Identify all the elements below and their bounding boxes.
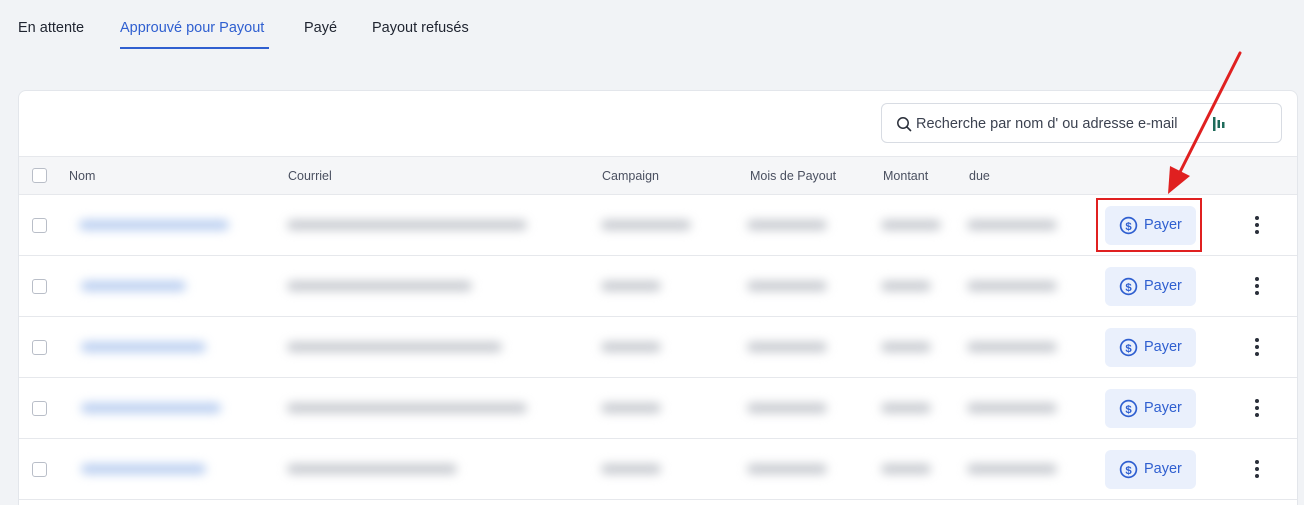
redacted-campaign bbox=[601, 220, 691, 230]
search-icon bbox=[897, 117, 912, 132]
redacted-month bbox=[747, 281, 827, 291]
redacted-email bbox=[287, 220, 527, 230]
redacted-campaign bbox=[601, 342, 661, 352]
redacted-name bbox=[81, 464, 206, 474]
dollar-coin-icon: $ bbox=[1119, 338, 1138, 357]
dollar-coin-icon: $ bbox=[1119, 460, 1138, 479]
tab-payout-refuses[interactable]: Payout refusés bbox=[372, 20, 469, 36]
more-options-icon[interactable] bbox=[1249, 276, 1265, 296]
dollar-coin-icon: $ bbox=[1119, 399, 1138, 418]
payout-table-card: Nom Courriel Campaign Mois de Payout Mon… bbox=[18, 90, 1298, 505]
redacted-amount bbox=[881, 403, 931, 413]
redacted-email bbox=[287, 403, 527, 413]
table-row: $ Payer bbox=[19, 378, 1297, 439]
redacted-month bbox=[747, 403, 827, 413]
redacted-amount bbox=[881, 220, 941, 230]
annotation-arrow bbox=[1168, 51, 1242, 194]
redacted-due bbox=[967, 403, 1057, 413]
pay-button[interactable]: $ Payer bbox=[1105, 389, 1196, 428]
row-checkbox[interactable] bbox=[32, 401, 47, 416]
redacted-amount bbox=[881, 464, 931, 474]
redacted-month bbox=[747, 342, 827, 352]
pay-button[interactable]: $ Payer bbox=[1105, 328, 1196, 367]
pay-button-label: Payer bbox=[1144, 339, 1182, 355]
row-checkbox[interactable] bbox=[32, 340, 47, 355]
more-options-icon[interactable] bbox=[1249, 215, 1265, 235]
redacted-month bbox=[747, 220, 827, 230]
more-options-icon[interactable] bbox=[1249, 398, 1265, 418]
pay-button[interactable]: $ Payer bbox=[1105, 267, 1196, 306]
redacted-campaign bbox=[601, 281, 661, 291]
table-row: $ Payer bbox=[19, 256, 1297, 317]
svg-text:$: $ bbox=[1125, 404, 1132, 416]
tab-en-attente[interactable]: En attente bbox=[18, 20, 84, 36]
column-header-due[interactable]: due bbox=[969, 169, 990, 183]
tab-approuve-pour-payout[interactable]: Approuvé pour Payout bbox=[120, 20, 264, 36]
redacted-name bbox=[81, 281, 186, 291]
table-header: Nom Courriel Campaign Mois de Payout Mon… bbox=[19, 156, 1297, 195]
highlight-box bbox=[1096, 198, 1202, 252]
redacted-name bbox=[81, 403, 221, 413]
redacted-due bbox=[967, 464, 1057, 474]
redacted-amount bbox=[881, 281, 931, 291]
dollar-coin-icon: $ bbox=[1119, 277, 1138, 296]
redacted-campaign bbox=[601, 403, 661, 413]
column-header-mois-de-payout[interactable]: Mois de Payout bbox=[750, 169, 836, 183]
row-checkbox[interactable] bbox=[32, 218, 47, 233]
column-header-courriel[interactable]: Courriel bbox=[288, 169, 332, 183]
pay-button[interactable]: $ Payer bbox=[1105, 450, 1196, 489]
redacted-email bbox=[287, 281, 472, 291]
tab-paye[interactable]: Payé bbox=[304, 20, 337, 36]
redacted-name bbox=[81, 342, 206, 352]
svg-text:$: $ bbox=[1125, 465, 1132, 477]
row-checkbox[interactable] bbox=[32, 462, 47, 477]
more-options-icon[interactable] bbox=[1249, 459, 1265, 479]
redacted-month bbox=[747, 464, 827, 474]
redacted-email bbox=[287, 464, 457, 474]
redacted-due bbox=[967, 342, 1057, 352]
redacted-email bbox=[287, 342, 502, 352]
table-row: $ Payer bbox=[19, 317, 1297, 378]
pay-button-label: Payer bbox=[1144, 278, 1182, 294]
column-header-montant[interactable]: Montant bbox=[883, 169, 928, 183]
row-checkbox[interactable] bbox=[32, 279, 47, 294]
pay-button-label: Payer bbox=[1144, 400, 1182, 416]
tab-bar: En attente Approuvé pour Payout Payé Pay… bbox=[0, 0, 1304, 60]
redacted-name bbox=[79, 220, 229, 230]
pay-button-label: Payer bbox=[1144, 461, 1182, 477]
redacted-campaign bbox=[601, 464, 661, 474]
redacted-due bbox=[967, 220, 1057, 230]
svg-text:$: $ bbox=[1125, 282, 1132, 294]
column-header-nom[interactable]: Nom bbox=[69, 169, 95, 183]
table-row: $ Payer bbox=[19, 439, 1297, 500]
column-header-campaign[interactable]: Campaign bbox=[602, 169, 659, 183]
more-options-icon[interactable] bbox=[1249, 337, 1265, 357]
active-tab-indicator bbox=[120, 47, 269, 49]
select-all-checkbox[interactable] bbox=[32, 168, 47, 183]
svg-text:$: $ bbox=[1125, 343, 1132, 355]
redacted-amount bbox=[881, 342, 931, 352]
redacted-due bbox=[967, 281, 1057, 291]
